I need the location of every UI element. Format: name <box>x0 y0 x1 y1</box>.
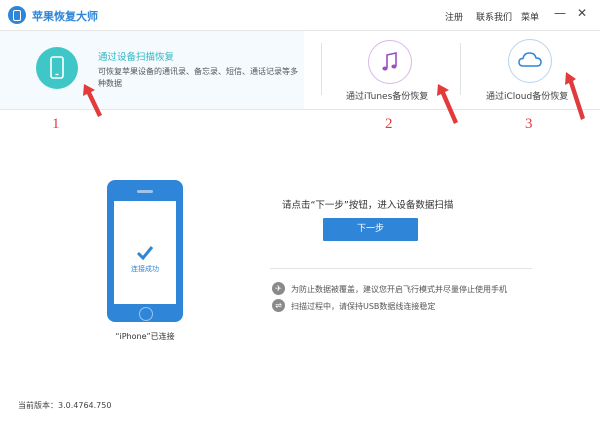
checkmark-icon <box>136 246 154 261</box>
menu-link[interactable]: 菜单 <box>521 10 539 23</box>
connection-status: 连接成功 <box>131 265 159 273</box>
instruction-text: 请点击“下一步”按钮，进入设备数据扫描 <box>282 200 454 211</box>
annotation-number-1: 1 <box>52 116 60 132</box>
mode-device-scan-desc: 可恢复苹果设备的通讯录、备忘录、短信、通话记录等多种数据 <box>98 67 298 88</box>
annotation-arrow-icon <box>437 84 458 124</box>
tip-usb-connection: 扫描过程中，请保持USB数据线连接稳定 <box>291 302 436 311</box>
divider <box>460 43 461 95</box>
tip-airplane-mode: 为防止数据被覆盖，建议您开启飞行模式并尽量停止使用手机 <box>291 285 507 294</box>
mode-icloud-label: 通过iCloud备份恢复 <box>486 92 569 102</box>
divider <box>321 43 322 95</box>
usb-icon: ⇌ <box>272 299 285 312</box>
phone-icon <box>36 47 78 89</box>
annotation-arrow-icon <box>83 84 102 117</box>
mode-itunes-label: 通过iTunes备份恢复 <box>346 92 429 102</box>
mode-device-scan-title: 通过设备扫描恢复 <box>98 52 175 63</box>
phone-screen: 连接成功 <box>114 201 176 304</box>
version-label: 当前版本：3.0.4764.750 <box>18 401 112 410</box>
register-link[interactable]: 注册 <box>445 10 463 23</box>
next-step-button[interactable]: 下一步 <box>323 218 418 241</box>
phone-illustration: 连接成功 <box>107 180 183 322</box>
minimize-button[interactable]: — <box>553 6 567 20</box>
phone-home-button <box>139 307 153 321</box>
device-caption: “iPhone”已连接 <box>115 332 175 341</box>
contact-us-link[interactable]: 联系我们 <box>476 10 512 23</box>
title-bar: 苹果恢复大师 注册 联系我们 菜单 — ✕ <box>0 0 600 31</box>
divider <box>270 268 532 269</box>
app-title: 苹果恢复大师 <box>32 10 98 23</box>
annotation-number-2: 2 <box>385 116 393 132</box>
annotation-number-3: 3 <box>525 116 533 132</box>
app-logo-icon <box>8 6 26 24</box>
airplane-icon: ✈ <box>272 282 285 295</box>
mode-device-scan[interactable]: 通过设备扫描恢复 可恢复苹果设备的通讯录、备忘录、短信、通话记录等多种数据 <box>0 31 304 109</box>
close-button[interactable]: ✕ <box>575 6 589 20</box>
cloud-icon <box>508 39 552 83</box>
annotation-arrow-icon <box>565 72 585 120</box>
music-note-icon <box>368 40 412 84</box>
phone-speaker <box>137 190 153 193</box>
